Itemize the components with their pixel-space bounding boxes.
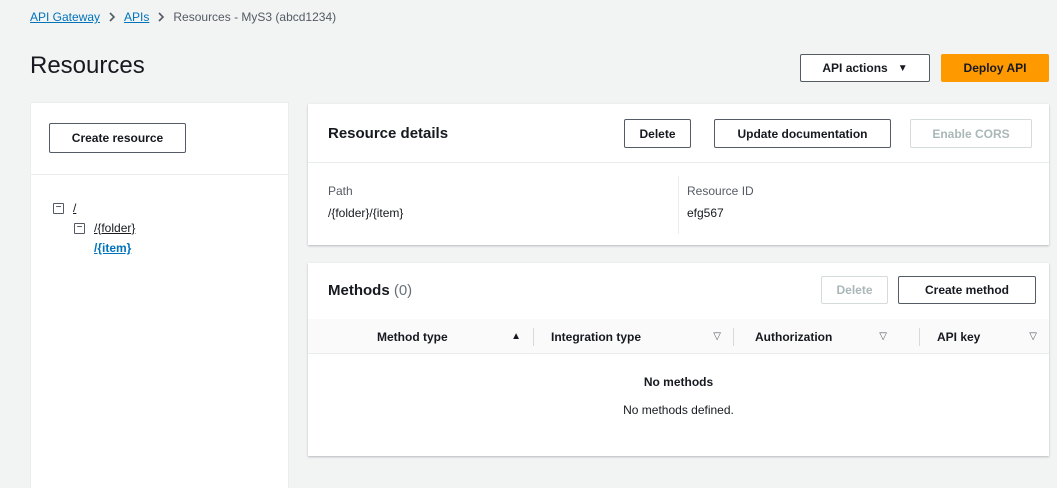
tree-node-item: /{item} [53,238,135,258]
empty-state-description: No methods defined. [623,403,734,417]
tree-node-folder: − /{folder} [53,218,135,238]
tree-link-root[interactable]: / [73,201,76,215]
resource-id-field: Resource ID efg567 [687,184,754,220]
methods-table-header: Method type ▲ Integration type ▽ Authori… [308,319,1049,354]
page-title: Resources [30,52,145,79]
sort-icon: ▽ [879,331,887,342]
breadcrumb-api-gateway-link[interactable]: API Gateway [30,10,100,24]
caret-down-icon: ▼ [897,62,908,74]
collapse-icon[interactable]: − [53,202,64,214]
path-label: Path [328,184,353,198]
column-label: API key [937,329,981,344]
resource-tree: − / − /{folder} /{item} [53,198,135,258]
page: API Gateway APIs Resources - MyS3 (abcd1… [0,0,1057,488]
column-header-authorization[interactable]: Authorization ▽ [733,319,899,354]
divider [31,174,288,175]
empty-state-title: No methods [643,375,714,389]
tree-link-folder[interactable]: /{folder} [94,221,135,235]
path-field: Path /{folder}/{item} [328,184,403,220]
breadcrumb-apis-link[interactable]: APIs [124,10,149,24]
path-value: /{folder}/{item} [328,206,404,220]
methods-title: Methods (0) [328,282,412,299]
chevron-right-icon [108,12,116,22]
methods-title-text: Methods [328,282,390,299]
resource-id-value: efg567 [687,206,724,220]
sort-icon: ▽ [1029,331,1037,342]
divider [678,176,679,234]
delete-resource-button[interactable]: Delete [624,119,691,148]
deploy-api-button[interactable]: Deploy API [941,54,1049,82]
sort-icon: ▽ [713,331,721,342]
chevron-right-icon [157,12,165,22]
column-label: Authorization [755,329,833,344]
enable-cors-button[interactable]: Enable CORS [910,119,1032,148]
resource-tree-panel: Create resource − / − /{folder} /{item} [30,102,289,488]
divider [308,162,1049,163]
resource-id-label: Resource ID [687,184,754,198]
methods-count: (0) [393,282,413,299]
collapse-icon[interactable]: − [74,222,85,234]
sort-ascending-icon: ▲ [511,331,521,342]
create-method-button[interactable]: Create method [898,276,1036,304]
delete-method-button[interactable]: Delete [821,276,888,304]
tree-link-item[interactable]: /{item} [94,241,131,255]
create-resource-button[interactable]: Create resource [49,123,186,153]
column-header-method-type[interactable]: Method type ▲ [357,319,533,354]
resource-details-title: Resource details [328,125,449,142]
tree-node-root: − / [53,198,135,218]
column-label: Integration type [551,329,642,344]
breadcrumb: API Gateway APIs Resources - MyS3 (abcd1… [30,10,336,24]
api-actions-dropdown[interactable]: API actions ▼ [800,54,930,82]
methods-card: Methods (0) Delete Create method Method … [308,263,1049,456]
column-header-api-key[interactable]: API key ▽ [919,319,1049,354]
api-actions-label: API actions [822,61,888,75]
column-header-integration-type[interactable]: Integration type ▽ [533,319,733,354]
breadcrumb-current: Resources - MyS3 (abcd1234) [173,10,337,24]
column-label: Method type [377,329,448,344]
update-documentation-button[interactable]: Update documentation [714,119,891,148]
resource-details-card: Resource details Delete Update documenta… [308,104,1049,245]
